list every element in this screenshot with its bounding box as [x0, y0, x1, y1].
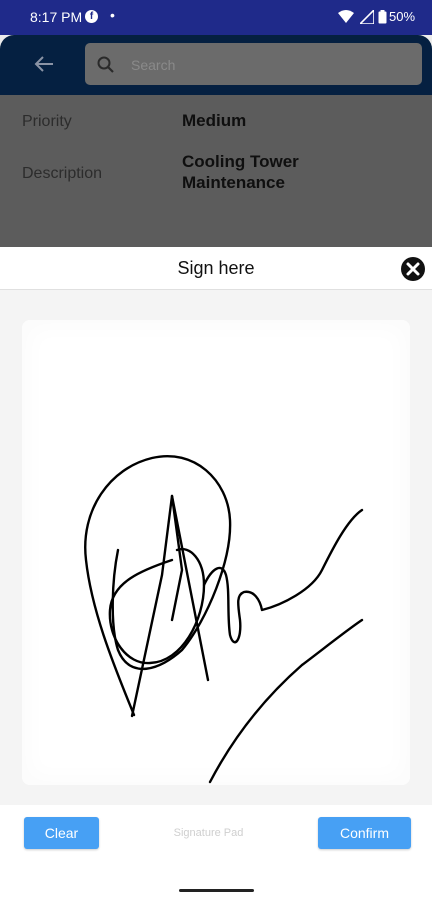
search-bar[interactable]	[85, 43, 422, 85]
search-input[interactable]	[129, 51, 403, 79]
app-bar	[0, 35, 432, 95]
confirm-button[interactable]: Confirm	[318, 817, 411, 849]
description-value: Cooling Tower Maintenance	[182, 152, 299, 192]
signal-icon	[360, 10, 374, 24]
priority-value: Medium	[182, 111, 247, 130]
battery-percentage: 50%	[389, 9, 416, 24]
clear-button[interactable]: Clear	[24, 817, 99, 849]
facebook-notification-icon: f	[85, 10, 98, 23]
signature-pad[interactable]	[0, 290, 432, 805]
notification-dot: •	[110, 7, 115, 23]
close-icon[interactable]	[400, 256, 426, 282]
wifi-icon	[338, 10, 354, 23]
work-order-details: Priority Medium Description Cooling Towe…	[0, 95, 432, 247]
priority-label: Priority	[22, 113, 72, 130]
signature-stroke	[84, 455, 364, 784]
signature-canvas[interactable]	[22, 320, 410, 785]
description-label: Description	[22, 165, 103, 182]
signature-sheet: Sign here Clear Signature Pad Confirm	[0, 247, 432, 900]
status-time: 8:17 PM	[30, 9, 83, 25]
signature-footer: Clear Signature Pad Confirm	[0, 805, 432, 885]
status-bar: 8:17 PM f • 50%	[0, 0, 432, 35]
sheet-title: Sign here	[177, 258, 255, 278]
sheet-header: Sign here	[0, 247, 432, 290]
search-icon	[97, 56, 114, 73]
battery-icon	[378, 10, 387, 24]
signature-pad-caption: Signature Pad	[173, 827, 244, 839]
home-indicator	[179, 889, 254, 892]
back-arrow-icon[interactable]	[34, 55, 54, 73]
